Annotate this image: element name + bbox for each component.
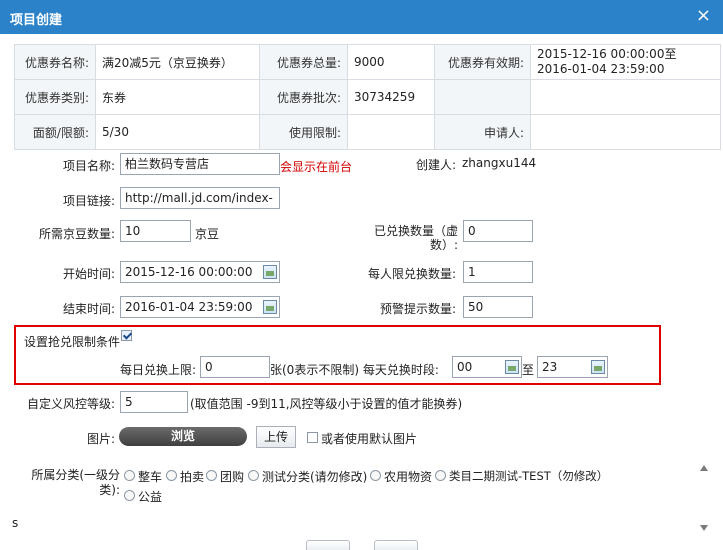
applicant-value — [530, 114, 721, 150]
start-time-input[interactable]: 2015-12-16 00:00:00 — [120, 261, 280, 283]
redeemed-label: 已兑换数量（虚数）: — [373, 224, 458, 252]
risk-note: (取值范围 -9到11,风控等级小于设置的值才能换券) — [190, 397, 463, 411]
coupon-total-value: 9000 — [347, 44, 435, 80]
usage-limit-value — [347, 114, 435, 150]
redeemed-input[interactable]: 0 — [463, 220, 533, 242]
warning-input[interactable]: 50 — [463, 296, 533, 318]
category-radio[interactable] — [124, 470, 135, 481]
category-option: 团购 — [220, 470, 245, 484]
time-from-input[interactable]: 00 — [452, 356, 522, 378]
coupon-validity-value: 2015-12-16 00:00:00至 2016-01-04 23:59:00 — [530, 44, 721, 80]
category-option: 农用物资 — [384, 470, 433, 484]
category-option: 测试分类(请勿修改) — [262, 470, 368, 484]
to-label: 至 — [522, 363, 535, 377]
end-time-label: 结束时间: — [62, 302, 115, 316]
upload-button[interactable]: 上传 — [256, 426, 296, 448]
calendar-icon[interactable] — [263, 300, 277, 314]
coupon-total-label: 优惠券总量: — [259, 44, 348, 80]
category-label: 所属分类(一级分类): — [31, 468, 120, 497]
end-time-input[interactable]: 2016-01-04 23:59:00 — [120, 296, 280, 318]
scroll-down-icon[interactable] — [700, 525, 708, 531]
coupon-info-table: 优惠券名称: 满20减5元（京豆换券） 优惠券总量: 9000 优惠券有效期: … — [14, 44, 721, 150]
creator-label: 创建人: — [415, 158, 456, 172]
dialog-titlebar: 项目创建 × — [0, 0, 723, 35]
coupon-name-label: 优惠券名称: — [14, 44, 96, 80]
coupon-type-label: 优惠券类别: — [14, 79, 96, 115]
coupon-batch-label: 优惠券批次: — [259, 79, 348, 115]
daily-limit-input[interactable]: 0 — [200, 356, 270, 378]
beans-unit: 京豆 — [195, 227, 220, 241]
table-row: 优惠券类别: 东券 优惠券批次: 30734259 — [14, 79, 721, 115]
coupon-name-value: 满20减5元（京豆换券） — [95, 44, 260, 80]
applicant-label: 申请人: — [434, 114, 531, 150]
category-option: 类目二期测试-TEST（勿修改） — [449, 469, 609, 483]
beans-input[interactable]: 10 — [120, 220, 191, 242]
category-radio[interactable] — [248, 470, 259, 481]
validity-end: 2016-01-04 23:59:00 — [537, 62, 665, 76]
table-row: 面额/限额: 5/30 使用限制: 申请人: — [14, 114, 721, 150]
usage-limit-label: 使用限制: — [259, 114, 348, 150]
dialog-content: 优惠券名称: 满20减5元（京豆换券） 优惠券总量: 9000 优惠券有效期: … — [0, 34, 723, 550]
time-from-value: 00 — [457, 360, 473, 374]
category-option: 公益 — [138, 490, 163, 504]
footer-text: s — [12, 516, 19, 530]
project-name-input[interactable]: 柏兰数码专营店 — [120, 153, 280, 175]
category-option: 拍卖 — [180, 470, 205, 484]
use-default-image-label: 或者使用默认图片 — [321, 432, 418, 446]
coupon-type-value: 东券 — [95, 79, 260, 115]
dialog-title: 项目创建 — [10, 13, 63, 28]
category-radio[interactable] — [370, 470, 381, 481]
empty-label — [434, 79, 531, 115]
limit-conditions-label: 设置抢兑限制条件 — [24, 335, 121, 349]
beans-label: 所需京豆数量: — [38, 227, 115, 241]
calendar-icon[interactable] — [505, 360, 519, 374]
category-option: 整车 — [138, 470, 163, 484]
use-default-image-checkbox[interactable] — [307, 432, 318, 443]
empty-value — [530, 79, 721, 115]
creator-value: zhangxu144 — [462, 156, 537, 170]
time-to-input[interactable]: 23 — [537, 356, 608, 378]
project-name-label: 项目名称: — [62, 159, 115, 173]
end-time-value: 2016-01-04 23:59:00 — [125, 300, 253, 314]
category-scrollbar[interactable] — [697, 459, 711, 539]
face-limit-label: 面额/限额: — [14, 114, 96, 150]
daily-limit-label: 每日兑换上限: — [119, 363, 196, 377]
daily-limit-note: 张(0表示不限制) 每天兑换时段: — [270, 363, 439, 377]
table-row: 优惠券名称: 满20减5元（京豆换券） 优惠券总量: 9000 优惠券有效期: … — [14, 44, 721, 80]
project-link-input[interactable]: http://mall.jd.com/index- — [120, 187, 280, 209]
per-person-input[interactable]: 1 — [463, 261, 533, 283]
close-icon[interactable]: × — [696, 7, 711, 25]
limit-conditions-checkbox[interactable] — [121, 330, 132, 341]
coupon-validity-label: 优惠券有效期: — [434, 44, 531, 80]
category-radio[interactable] — [166, 470, 177, 481]
face-limit-value: 5/30 — [95, 114, 260, 150]
validity-start: 2015-12-16 00:00:00至 — [537, 47, 677, 61]
browse-button[interactable]: 浏览 — [119, 427, 247, 446]
scroll-up-icon[interactable] — [700, 465, 708, 471]
calendar-icon[interactable] — [263, 265, 277, 279]
risk-label: 自定义风控等级: — [26, 397, 115, 411]
category-radio[interactable] — [435, 470, 446, 481]
per-person-label: 每人限兑换数量: — [367, 267, 456, 281]
coupon-batch-value: 30734259 — [347, 79, 435, 115]
calendar-icon[interactable] — [591, 360, 605, 374]
category-radio[interactable] — [124, 490, 135, 501]
category-radio[interactable] — [206, 470, 217, 481]
image-label: 图片: — [86, 432, 115, 446]
warning-label: 预警提示数量: — [379, 302, 456, 316]
time-to-value: 23 — [542, 360, 558, 374]
frontend-note: 会显示在前台 — [280, 160, 353, 174]
start-time-value: 2015-12-16 00:00:00 — [125, 265, 253, 279]
risk-input[interactable]: 5 — [120, 391, 188, 413]
start-time-label: 开始时间: — [62, 267, 115, 281]
project-link-label: 项目链接: — [62, 194, 115, 208]
